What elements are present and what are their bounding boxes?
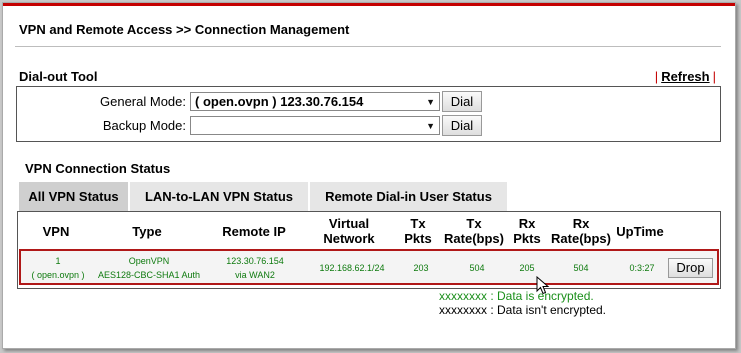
general-mode-value: ( open.ovpn ) 123.30.76.154 bbox=[195, 94, 364, 109]
dialout-tool-title: Dial-out Tool bbox=[19, 69, 98, 84]
cell-vpn-name: ( open.ovpn ) bbox=[31, 270, 85, 280]
column-header-tx-rate-line2: Rate(bps) bbox=[444, 231, 504, 246]
general-mode-row: General Mode: ( open.ovpn ) 123.30.76.15… bbox=[17, 91, 720, 113]
backup-mode-label: Backup Mode: bbox=[102, 118, 186, 133]
column-header-rx-rate: Rx Rate(bps) bbox=[546, 216, 616, 246]
column-header-vpn: VPN bbox=[42, 224, 70, 239]
legend-unencrypted: xxxxxxxx : Data isn't encrypted. bbox=[439, 303, 607, 317]
cell-type-protocol: OpenVPN bbox=[128, 256, 170, 266]
cell-uptime: 0:3:27 bbox=[629, 263, 655, 273]
table-row: 1 ( open.ovpn ) OpenVPN AES128-CBC-SHA1 … bbox=[19, 249, 719, 285]
column-header-virtual-network-line1: Virtual bbox=[328, 216, 370, 231]
refresh-container: | Refresh | bbox=[655, 69, 716, 84]
vpn-status-title: VPN Connection Status bbox=[25, 161, 171, 176]
page-title: VPN and Remote Access >> Connection Mana… bbox=[19, 22, 350, 37]
cell-tx-rate: 504 bbox=[469, 263, 485, 273]
cell-type-cipher: AES128-CBC-SHA1 Auth bbox=[97, 270, 201, 280]
general-dial-button[interactable]: Dial bbox=[442, 91, 482, 112]
tab-all-vpn-status[interactable]: All VPN Status bbox=[19, 182, 129, 212]
cell-vpn-index: 1 bbox=[55, 256, 61, 266]
cell-remote-ip-address: 123.30.76.154 bbox=[226, 256, 284, 266]
column-header-rx-pkts-line1: Rx bbox=[518, 216, 536, 231]
cell-remote-ip-wan: via WAN2 bbox=[235, 270, 275, 280]
column-header-remote-ip: Remote IP bbox=[222, 224, 286, 239]
cell-remote-ip: 123.30.76.154 via WAN2 bbox=[211, 254, 299, 282]
refresh-link[interactable]: Refresh bbox=[658, 69, 712, 84]
general-mode-select[interactable]: ( open.ovpn ) 123.30.76.154 ▼ bbox=[190, 92, 440, 111]
backup-dial-button[interactable]: Dial bbox=[442, 115, 482, 136]
dropdown-arrow-icon: ▼ bbox=[426, 97, 435, 107]
column-header-tx-pkts: Tx Pkts bbox=[398, 216, 438, 246]
column-header-tx-pkts-line2: Pkts bbox=[404, 231, 432, 246]
column-header-tx-rate: Tx Rate(bps) bbox=[439, 216, 509, 246]
column-header-tx-pkts-line1: Tx bbox=[410, 216, 426, 231]
dropdown-arrow-icon: ▼ bbox=[426, 121, 435, 131]
cell-virtual-network: 192.168.62.1/24 bbox=[319, 263, 385, 273]
title-divider bbox=[15, 46, 721, 47]
column-header-rx-rate-line2: Rate(bps) bbox=[551, 231, 611, 246]
page-panel: VPN and Remote Access >> Connection Mana… bbox=[2, 2, 736, 349]
general-mode-label: General Mode: bbox=[100, 94, 186, 109]
backup-mode-row: Backup Mode: ▼ Dial bbox=[17, 115, 720, 137]
column-header-rx-rate-line1: Rx bbox=[572, 216, 590, 231]
column-header-uptime: UpTime bbox=[616, 224, 664, 239]
dialout-tool-box: General Mode: ( open.ovpn ) 123.30.76.15… bbox=[16, 86, 721, 142]
tab-lan-to-lan-vpn-status[interactable]: LAN-to-LAN VPN Status bbox=[130, 182, 309, 212]
column-header-tx-rate-line1: Tx bbox=[466, 216, 482, 231]
cell-rx-pkts: 205 bbox=[519, 263, 535, 273]
tab-remote-dial-in-user-status[interactable]: Remote Dial-in User Status bbox=[310, 182, 508, 212]
backup-mode-select[interactable]: ▼ bbox=[190, 116, 440, 135]
column-header-rx-pkts-line2: Pkts bbox=[513, 231, 541, 246]
cell-rx-rate: 504 bbox=[573, 263, 589, 273]
column-header-virtual-network-line2: Network bbox=[323, 231, 375, 246]
legend-encrypted: xxxxxxxx : Data is encrypted. bbox=[439, 289, 594, 303]
top-accent-strip bbox=[3, 3, 735, 6]
vpn-status-table: VPN Type Remote IP Virtual Network Tx Pk… bbox=[17, 211, 721, 289]
drop-button[interactable]: Drop bbox=[668, 258, 713, 278]
refresh-right-bar: | bbox=[712, 69, 716, 84]
column-header-rx-pkts: Rx Pkts bbox=[509, 216, 545, 246]
column-header-virtual-network: Virtual Network bbox=[310, 216, 388, 246]
mouse-pointer-icon bbox=[536, 276, 550, 295]
cell-type: OpenVPN AES128-CBC-SHA1 Auth bbox=[91, 254, 207, 282]
column-header-type: Type bbox=[132, 224, 162, 239]
cell-vpn: 1 ( open.ovpn ) bbox=[21, 254, 95, 282]
cell-tx-pkts: 203 bbox=[413, 263, 429, 273]
